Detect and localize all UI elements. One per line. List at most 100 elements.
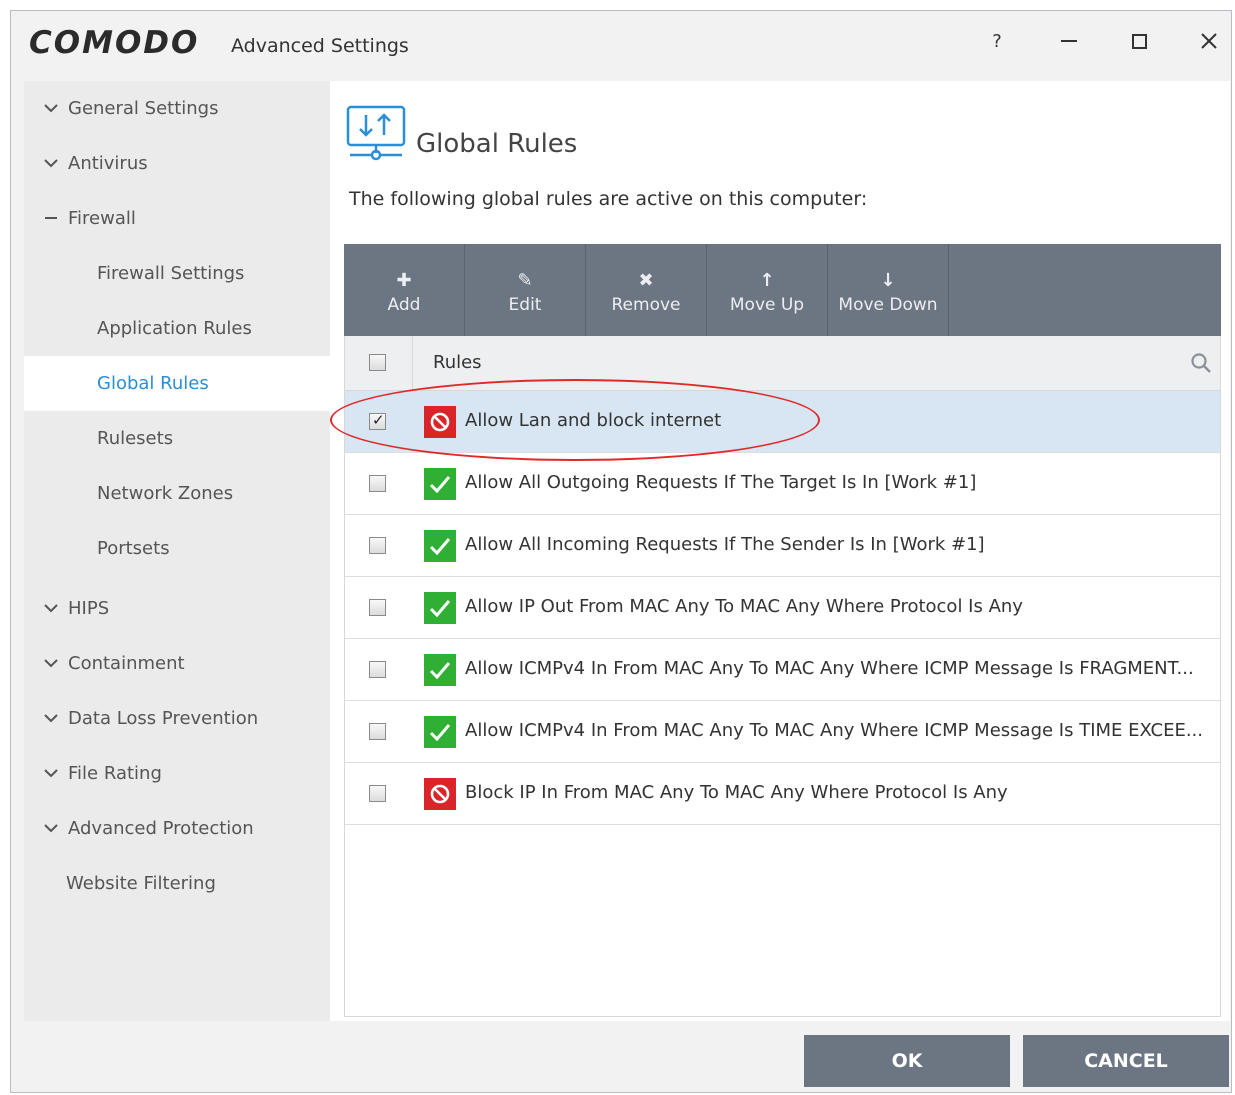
block-icon xyxy=(424,778,456,810)
sidebar-item-label: Data Loss Prevention xyxy=(68,708,259,729)
sidebar-item-file-rating[interactable]: File Rating xyxy=(24,746,330,801)
table-row[interactable]: Allow IP Out From MAC Any To MAC Any Whe… xyxy=(345,577,1220,639)
sidebar-item-label: Network Zones xyxy=(97,483,234,504)
column-divider xyxy=(412,336,413,390)
global-rules-icon xyxy=(346,105,406,165)
cancel-button[interactable]: CANCEL xyxy=(1023,1035,1229,1087)
edit-button[interactable]: ✎ Edit xyxy=(465,244,586,336)
remove-label: Remove xyxy=(611,295,681,315)
table-row[interactable]: Allow All Outgoing Requests If The Targe… xyxy=(345,453,1220,515)
sidebar-item-general-settings[interactable]: General Settings xyxy=(24,81,330,136)
collapse-icon xyxy=(24,211,64,227)
row-checkbox[interactable] xyxy=(369,475,386,492)
move-up-button[interactable]: ↑ Move Up xyxy=(707,244,828,336)
rule-label: Allow ICMPv4 In From MAC Any To MAC Any … xyxy=(465,658,1194,679)
rules-column-header: Rules xyxy=(433,352,482,373)
minimize-icon xyxy=(1061,40,1077,42)
rules-toolbar: ✚ Add ✎ Edit ✖ Remove ↑ Move Up ↓ Move D… xyxy=(344,244,1221,336)
table-row[interactable]: Allow All Incoming Requests If The Sende… xyxy=(345,515,1220,577)
sidebar-item-label: Website Filtering xyxy=(66,873,216,894)
chevron-down-icon xyxy=(24,156,64,172)
move-up-label: Move Up xyxy=(729,295,805,315)
rule-label: Allow IP Out From MAC Any To MAC Any Whe… xyxy=(465,596,1023,617)
rule-label: Block IP In From MAC Any To MAC Any Wher… xyxy=(465,782,1008,803)
sidebar-item-label: Application Rules xyxy=(97,318,252,339)
remove-icon: ✖ xyxy=(638,269,654,291)
sidebar-item-advanced-protection[interactable]: Advanced Protection xyxy=(24,801,330,856)
allow-icon xyxy=(424,592,456,624)
allow-icon xyxy=(424,468,456,500)
page-title: Global Rules xyxy=(416,129,578,159)
edit-label: Edit xyxy=(508,295,542,315)
main-panel: Global Rules The following global rules … xyxy=(330,81,1230,1021)
move-down-button[interactable]: ↓ Move Down xyxy=(828,244,949,336)
table-row[interactable]: Block IP In From MAC Any To MAC Any Wher… xyxy=(345,763,1220,825)
maximize-icon xyxy=(1131,33,1147,49)
ok-button[interactable]: OK xyxy=(804,1035,1010,1087)
chevron-down-icon xyxy=(24,656,64,672)
rule-label: Allow ICMPv4 In From MAC Any To MAC Any … xyxy=(465,720,1203,741)
close-icon xyxy=(1201,33,1217,49)
allow-icon xyxy=(424,654,456,686)
add-label: Add xyxy=(387,295,421,315)
sidebar-item-label: Advanced Protection xyxy=(68,818,254,839)
table-row[interactable]: Allow ICMPv4 In From MAC Any To MAC Any … xyxy=(345,701,1220,763)
chevron-down-icon xyxy=(24,711,64,727)
chevron-down-icon xyxy=(24,766,64,782)
chevron-down-icon xyxy=(24,601,64,617)
sidebar-item-data-loss-prevention[interactable]: Data Loss Prevention xyxy=(24,691,330,746)
sidebar-item-label: Rulesets xyxy=(97,428,174,449)
sidebar-item-firewall[interactable]: Firewall xyxy=(24,191,330,246)
sidebar-item-label: File Rating xyxy=(68,763,162,784)
help-button[interactable]: ? xyxy=(977,21,1017,61)
close-button[interactable] xyxy=(1189,21,1229,61)
arrow-down-icon: ↓ xyxy=(880,269,896,291)
advanced-settings-window: COMODO Advanced Settings ? General Setti… xyxy=(10,10,1232,1093)
sidebar-item-application-rules[interactable]: Application Rules xyxy=(24,301,330,356)
sidebar-item-firewall-settings[interactable]: Firewall Settings xyxy=(24,246,330,301)
chevron-down-icon xyxy=(24,821,64,837)
plus-icon: ✚ xyxy=(396,269,412,291)
rule-label: Allow All Incoming Requests If The Sende… xyxy=(465,534,985,555)
sidebar-item-containment[interactable]: Containment xyxy=(24,636,330,691)
comodo-logo: COMODO xyxy=(29,25,200,61)
minimize-button[interactable] xyxy=(1049,21,1089,61)
sidebar-item-label: Antivirus xyxy=(68,153,148,174)
sidebar-item-global-rules[interactable]: Global Rules xyxy=(24,356,330,411)
allow-icon xyxy=(424,530,456,562)
settings-sidebar: General Settings Antivirus Firewall Fire… xyxy=(24,81,330,1021)
sidebar-item-antivirus[interactable]: Antivirus xyxy=(24,136,330,191)
select-all-checkbox[interactable] xyxy=(369,354,386,371)
titlebar: COMODO Advanced Settings ? xyxy=(11,11,1231,81)
sidebar-item-network-zones[interactable]: Network Zones xyxy=(24,466,330,521)
maximize-button[interactable] xyxy=(1119,21,1159,61)
search-icon[interactable] xyxy=(1190,352,1212,378)
row-checkbox[interactable] xyxy=(369,599,386,616)
sidebar-item-label: Global Rules xyxy=(97,373,209,394)
sidebar-item-portsets[interactable]: Portsets xyxy=(24,521,330,576)
pencil-icon: ✎ xyxy=(517,269,533,291)
sidebar-item-label: General Settings xyxy=(68,98,219,119)
add-button[interactable]: ✚ Add xyxy=(344,244,465,336)
sidebar-item-label: Firewall Settings xyxy=(97,263,245,284)
rule-label: Allow All Outgoing Requests If The Targe… xyxy=(465,472,977,493)
table-row[interactable]: Allow ICMPv4 In From MAC Any To MAC Any … xyxy=(345,639,1220,701)
sidebar-item-rulesets[interactable]: Rulesets xyxy=(24,411,330,466)
row-checkbox[interactable] xyxy=(369,785,386,802)
page-description: The following global rules are active on… xyxy=(349,188,868,210)
allow-icon xyxy=(424,716,456,748)
chevron-down-icon xyxy=(24,101,64,117)
row-checkbox[interactable] xyxy=(369,537,386,554)
sidebar-item-label: HIPS xyxy=(68,598,110,619)
sidebar-item-label: Firewall xyxy=(68,208,136,229)
highlight-ellipse xyxy=(330,379,820,461)
arrow-up-icon: ↑ xyxy=(759,269,775,291)
move-down-label: Move Down xyxy=(838,295,938,315)
remove-button[interactable]: ✖ Remove xyxy=(586,244,707,336)
row-checkbox[interactable] xyxy=(369,661,386,678)
sidebar-item-website-filtering[interactable]: Website Filtering xyxy=(24,856,330,911)
window-title: Advanced Settings xyxy=(231,35,409,57)
row-checkbox[interactable] xyxy=(369,723,386,740)
sidebar-item-label: Containment xyxy=(68,653,185,674)
sidebar-item-hips[interactable]: HIPS xyxy=(24,581,330,636)
